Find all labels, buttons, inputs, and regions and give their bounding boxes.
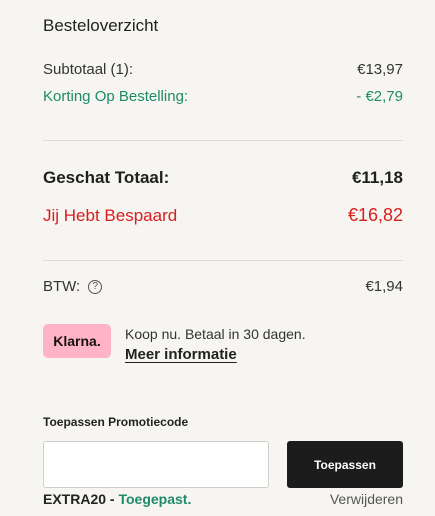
promo-separator: - xyxy=(106,491,119,507)
vat-label-group: BTW: ? xyxy=(43,278,103,295)
remove-promo-link[interactable]: Verwijderen xyxy=(330,491,403,507)
total-row: Geschat Totaal: €11,18 xyxy=(43,168,403,188)
promo-code-input[interactable] xyxy=(43,441,269,488)
promo-status-row: EXTRA20 - Toegepast. Verwijderen xyxy=(43,491,403,507)
promo-code-label: Toepassen Promotiecode xyxy=(43,415,189,429)
subtotal-row: Subtotaal (1): €13,97 xyxy=(43,61,403,78)
total-label: Geschat Totaal: xyxy=(43,168,170,187)
promo-code: EXTRA20 xyxy=(43,491,107,507)
summary-title: Besteloverzicht xyxy=(43,16,159,35)
vat-value: €1,94 xyxy=(365,278,403,295)
savings-label: Jij Hebt Bespaard xyxy=(43,205,178,225)
vat-row: BTW: ? €1,94 xyxy=(43,278,403,295)
savings-row: Jij Hebt Bespaard €16,82 xyxy=(43,205,403,226)
vat-label: BTW: xyxy=(43,278,81,295)
promo-applied-status: Toegepast. xyxy=(118,491,192,507)
klarna-section: Klarna. Koop nu. Betaal in 30 dagen. Mee… xyxy=(43,323,306,364)
discount-row: Korting Op Bestelling: - €2,79 xyxy=(43,88,403,105)
divider xyxy=(43,260,403,261)
subtotal-value: €13,97 xyxy=(357,61,403,78)
apply-promo-button[interactable]: Toepassen xyxy=(287,441,403,488)
klarna-more-info-link[interactable]: Meer informatie xyxy=(125,346,237,363)
klarna-logo: Klarna. xyxy=(43,324,111,358)
subtotal-label: Subtotaal (1): xyxy=(43,61,134,78)
discount-value: - €2,79 xyxy=(356,88,403,105)
discount-label: Korting Op Bestelling: xyxy=(43,88,189,105)
savings-value: €16,82 xyxy=(347,205,403,225)
klarna-text: Koop nu. Betaal in 30 dagen. xyxy=(125,326,306,342)
help-icon[interactable]: ? xyxy=(88,279,103,294)
promo-applied-info: EXTRA20 - Toegepast. xyxy=(43,491,191,507)
divider xyxy=(43,140,403,141)
total-value: €11,18 xyxy=(351,168,403,187)
klarna-info: Koop nu. Betaal in 30 dagen. Meer inform… xyxy=(125,323,306,364)
